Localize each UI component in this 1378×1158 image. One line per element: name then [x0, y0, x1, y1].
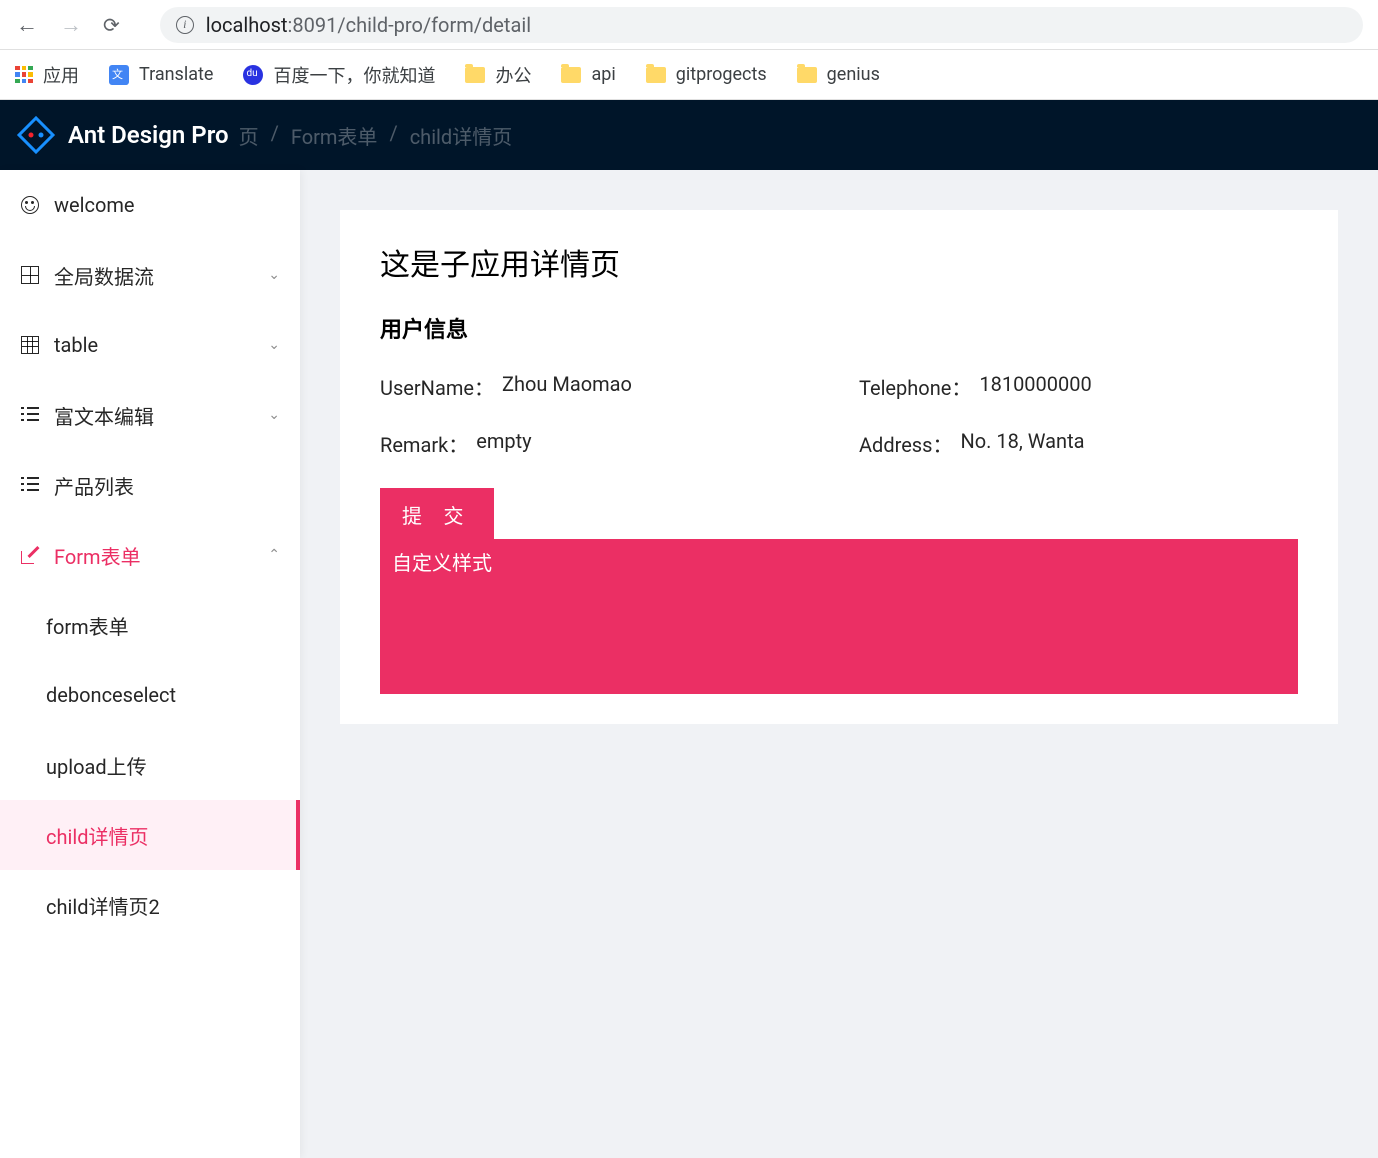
desc-label: Remark: [380, 429, 468, 458]
desc-value: empty: [476, 429, 531, 458]
submenu-form: form表单 debonceselect upload上传 child详情页 c…: [0, 590, 300, 940]
breadcrumb-item[interactable]: Form表单: [291, 121, 378, 150]
list-icon: [20, 405, 40, 425]
menu-label: child详情页: [46, 821, 276, 850]
desc-remark: Remark empty: [380, 429, 819, 458]
breadcrumb-sep: /: [389, 121, 397, 150]
menu-label: table: [54, 333, 254, 357]
url-bar[interactable]: i localhost:8091/child-pro/form/detail: [160, 7, 1363, 43]
section-title: 用户信息: [380, 312, 1298, 344]
menu-label: child详情页2: [46, 891, 280, 920]
sidebar-item-welcome[interactable]: welcome: [0, 170, 300, 240]
info-icon[interactable]: i: [176, 16, 194, 34]
bookmark-translate[interactable]: Translate: [109, 64, 213, 85]
desc-label: Telephone: [859, 372, 971, 401]
chevron-up-icon: ⌃: [268, 547, 280, 563]
submit-button[interactable]: 提 交: [380, 488, 494, 541]
bookmark-folder-genius[interactable]: genius: [797, 64, 880, 85]
submenu-item-debonceselect[interactable]: debonceselect: [0, 660, 300, 730]
submenu-item-child-detail2[interactable]: child详情页2: [0, 870, 300, 940]
menu-label: Form表单: [54, 541, 254, 570]
desc-username: UserName Zhou Maomao: [380, 372, 819, 401]
chevron-down-icon: ⌄: [268, 267, 280, 283]
breadcrumb-item[interactable]: 页: [239, 121, 259, 150]
table-icon: [20, 335, 40, 355]
sidebar-item-global-data[interactable]: 全局数据流 ⌄: [0, 240, 300, 310]
bookmark-label: api: [591, 64, 615, 85]
desc-value: 1810000000: [979, 372, 1091, 401]
bookmark-label: genius: [827, 64, 880, 85]
bookmark-folder-gitprojects[interactable]: gitprogects: [646, 64, 767, 85]
breadcrumb: 页 / Form表单 / child详情页: [239, 121, 513, 150]
folder-icon: [465, 67, 485, 83]
grid-icon: [20, 265, 40, 285]
baidu-icon: [243, 65, 263, 85]
chevron-down-icon: ⌄: [268, 407, 280, 423]
menu-label: debonceselect: [46, 683, 280, 707]
bookmark-folder-office[interactable]: 办公: [465, 62, 531, 88]
edit-icon: [20, 545, 40, 565]
desc-value: No. 18, Wanta: [960, 429, 1084, 458]
smile-icon: [20, 195, 40, 215]
browser-toolbar: ← → ⟳ i localhost:8091/child-pro/form/de…: [0, 0, 1378, 50]
logo-icon: [16, 115, 56, 155]
sidebar: welcome 全局数据流 ⌄ table ⌄ 富文本编辑 ⌄ 产品列表 For…: [0, 170, 300, 1158]
menu-label: 产品列表: [54, 471, 280, 500]
app-header: Ant Design Pro 页 / Form表单 / child详情页: [0, 100, 1378, 170]
sidebar-item-richtext[interactable]: 富文本编辑 ⌄: [0, 380, 300, 450]
bookmark-label: Translate: [139, 64, 213, 85]
menu-label: 全局数据流: [54, 261, 254, 290]
url-text: localhost:8091/child-pro/form/detail: [206, 13, 531, 37]
forward-button[interactable]: →: [59, 12, 83, 38]
bookmark-label: 办公: [495, 62, 531, 88]
breadcrumb-sep: /: [271, 121, 279, 150]
detail-card: 这是子应用详情页 用户信息 UserName Zhou Maomao Telep…: [340, 210, 1338, 724]
folder-icon: [561, 67, 581, 83]
submenu-item-form[interactable]: form表单: [0, 590, 300, 660]
bookmark-label: 应用: [43, 62, 79, 88]
app-title: Ant Design Pro: [68, 121, 229, 149]
logo[interactable]: Ant Design Pro: [16, 115, 229, 155]
back-button[interactable]: ←: [15, 12, 39, 38]
app-body: welcome 全局数据流 ⌄ table ⌄ 富文本编辑 ⌄ 产品列表 For…: [0, 170, 1378, 1158]
menu-label: form表单: [46, 611, 280, 640]
menu-label: upload上传: [46, 751, 280, 780]
bookmarks-bar: 应用 Translate 百度一下，你就知道 办公 api gitprogect…: [0, 50, 1378, 100]
list-icon: [20, 475, 40, 495]
page-title: 这是子应用详情页: [380, 240, 1298, 284]
submenu-item-child-detail[interactable]: child详情页: [0, 800, 300, 870]
desc-telephone: Telephone 1810000000: [859, 372, 1298, 401]
folder-icon: [646, 67, 666, 83]
menu-label: 富文本编辑: [54, 401, 254, 430]
content-area: 这是子应用详情页 用户信息 UserName Zhou Maomao Telep…: [300, 170, 1378, 1158]
sidebar-item-form[interactable]: Form表单 ⌃: [0, 520, 300, 590]
submenu-item-upload[interactable]: upload上传: [0, 730, 300, 800]
bookmark-apps[interactable]: 应用: [15, 62, 79, 88]
desc-value: Zhou Maomao: [502, 372, 632, 401]
breadcrumb-item: child详情页: [410, 121, 513, 150]
sidebar-item-table[interactable]: table ⌄: [0, 310, 300, 380]
folder-icon: [797, 67, 817, 83]
bookmark-label: gitprogects: [676, 64, 767, 85]
apps-icon: [15, 66, 33, 84]
bookmark-baidu[interactable]: 百度一下，你就知道: [243, 62, 435, 88]
translate-icon: [109, 65, 129, 85]
desc-address: Address No. 18, Wanta: [859, 429, 1298, 458]
bookmark-folder-api[interactable]: api: [561, 64, 615, 85]
reload-button[interactable]: ⟳: [103, 13, 120, 37]
descriptions: UserName Zhou Maomao Telephone 181000000…: [380, 372, 1298, 458]
desc-label: UserName: [380, 372, 494, 401]
desc-label: Address: [859, 429, 952, 458]
bookmark-label: 百度一下，你就知道: [273, 62, 435, 88]
custom-style-box: 自定义样式: [380, 539, 1298, 694]
chevron-down-icon: ⌄: [268, 337, 280, 353]
sidebar-item-products[interactable]: 产品列表: [0, 450, 300, 520]
menu-label: welcome: [54, 193, 280, 217]
